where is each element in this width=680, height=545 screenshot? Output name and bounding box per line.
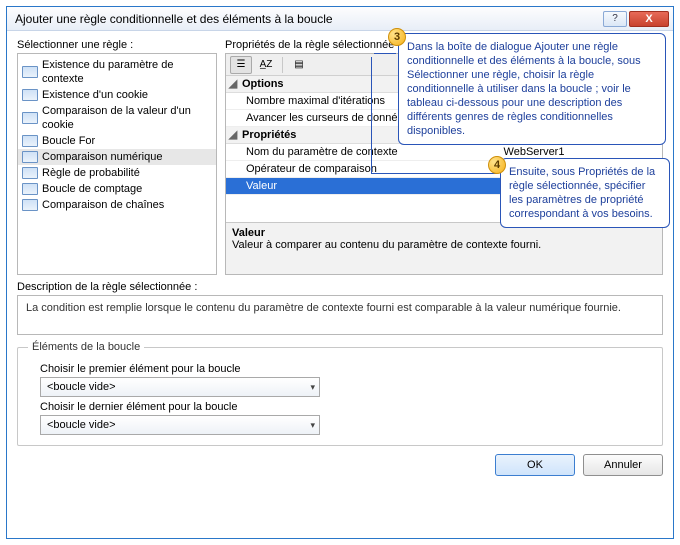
alpha-icon: A̲Z	[260, 59, 273, 70]
callout-leader	[371, 173, 497, 174]
rule-item[interactable]: Comparaison de chaînes	[18, 197, 216, 213]
rule-item-label: Comparaison numérique	[42, 150, 162, 164]
cancel-button[interactable]: Annuler	[583, 454, 663, 476]
rule-item[interactable]: Boucle For	[18, 133, 216, 149]
rule-icon	[22, 66, 38, 78]
rule-icon	[22, 151, 38, 163]
callout-badge-4: 4	[488, 156, 506, 174]
alphabetical-button[interactable]: A̲Z	[255, 56, 277, 74]
rule-icon	[22, 167, 38, 179]
help-icon: ?	[612, 13, 618, 24]
toolbar-separator	[282, 57, 283, 73]
rule-icon	[22, 183, 38, 195]
help-button[interactable]: ?	[603, 11, 627, 27]
combo-value: <boucle vide>	[47, 381, 116, 393]
property-pages-icon: ▤	[294, 59, 303, 70]
rule-description-text: La condition est remplie lorsque le cont…	[17, 295, 663, 335]
window-title: Ajouter une règle conditionnelle et des …	[15, 12, 333, 26]
combo-value: <boucle vide>	[47, 419, 116, 431]
rule-icon	[22, 199, 38, 211]
rule-item[interactable]: Existence d'un cookie	[18, 87, 216, 103]
rule-item[interactable]: Existence du paramètre de contexte	[18, 57, 216, 87]
property-name: Opérateur de comparaison	[240, 161, 500, 177]
button-label: Annuler	[604, 459, 642, 471]
rule-description-label: Description de la règle sélectionnée :	[17, 281, 663, 293]
ok-button[interactable]: OK	[495, 454, 575, 476]
rule-icon	[22, 112, 38, 124]
categorized-button[interactable]: ☰	[230, 56, 252, 74]
select-rule-label: Sélectionner une règle :	[17, 39, 217, 51]
callout-badge-3: 3	[388, 28, 406, 46]
categorized-icon: ☰	[237, 59, 246, 70]
rule-item-label: Comparaison de la valeur d'un cookie	[42, 104, 212, 132]
property-name: Valeur	[240, 178, 500, 194]
rule-item[interactable]: Comparaison de la valeur d'un cookie	[18, 103, 216, 133]
button-label: OK	[527, 459, 543, 471]
chevron-down-icon: ▾	[310, 420, 315, 431]
rule-item[interactable]: Règle de probabilité	[18, 165, 216, 181]
first-element-label: Choisir le premier élément pour la boucl…	[40, 363, 652, 375]
loop-legend: Éléments de la boucle	[28, 341, 144, 353]
loop-elements-fieldset: Éléments de la boucle Choisir le premier…	[17, 341, 663, 446]
titlebar: Ajouter une règle conditionnelle et des …	[7, 7, 673, 31]
callout-leader	[374, 53, 396, 54]
rule-item-label: Boucle de comptage	[42, 182, 142, 196]
rule-icon	[22, 89, 38, 101]
rule-item-label: Comparaison de chaînes	[42, 198, 164, 212]
rule-item-label: Existence du paramètre de contexte	[42, 58, 212, 86]
property-description-text: Valeur à comparer au contenu du paramètr…	[232, 239, 656, 251]
callout-4: Ensuite, sous Propriétés de la règle sél…	[500, 158, 670, 228]
collapse-icon[interactable]: ◢	[226, 76, 240, 92]
rule-icon	[22, 135, 38, 147]
rule-item[interactable]: Boucle de comptage	[18, 181, 216, 197]
select-rule-panel: Sélectionner une règle : Existence du pa…	[17, 39, 217, 275]
close-icon: X	[645, 13, 652, 25]
rule-list[interactable]: Existence du paramètre de contexte Exist…	[17, 53, 217, 275]
rule-item-label: Règle de probabilité	[42, 166, 140, 180]
rule-item-label: Existence d'un cookie	[42, 88, 148, 102]
callout-leader	[371, 57, 372, 173]
close-button[interactable]: X	[629, 11, 669, 27]
rule-item-label: Boucle For	[42, 134, 95, 148]
dialog-button-row: OK Annuler	[17, 452, 663, 476]
chevron-down-icon: ▾	[310, 382, 315, 393]
last-element-combo[interactable]: <boucle vide> ▾	[40, 415, 320, 435]
rule-item-selected[interactable]: Comparaison numérique	[18, 149, 216, 165]
property-name: Nom du paramètre de contexte	[240, 144, 500, 160]
callout-3: Dans la boîte de dialogue Ajouter une rè…	[398, 33, 666, 145]
last-element-label: Choisir le dernier élément pour la boucl…	[40, 401, 652, 413]
property-description-box: Valeur Valeur à comparer au contenu du p…	[226, 222, 662, 274]
property-description-title: Valeur	[232, 227, 656, 239]
rule-description-section: Description de la règle sélectionnée : L…	[17, 281, 663, 335]
collapse-icon[interactable]: ◢	[226, 127, 240, 143]
property-pages-button[interactable]: ▤	[288, 56, 310, 74]
first-element-combo[interactable]: <boucle vide> ▾	[40, 377, 320, 397]
